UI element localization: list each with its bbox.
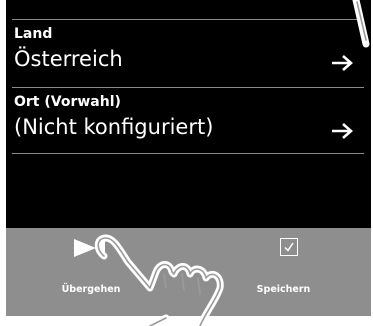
softkey-bar: Übergehen Speichern xyxy=(6,228,371,316)
skip-icon xyxy=(74,239,105,257)
save-button[interactable]: Speichern xyxy=(196,228,371,316)
phone-screen: Land Österreich Ort (Vorwahl) (Nicht kon… xyxy=(6,0,371,316)
arrow-right-icon xyxy=(332,55,353,71)
list-item-country[interactable]: Land Österreich xyxy=(6,20,371,86)
divider xyxy=(12,153,364,154)
arrow-right-icon xyxy=(332,123,353,139)
skip-button[interactable]: Übergehen xyxy=(6,228,176,316)
save-button-label: Speichern xyxy=(256,284,311,295)
area-code-value: (Nicht konfiguriert) xyxy=(14,115,214,139)
list-item-area-code[interactable]: Ort (Vorwahl) (Nicht konfiguriert) xyxy=(6,88,371,154)
country-value: Österreich xyxy=(14,47,123,71)
skip-button-label: Übergehen xyxy=(61,284,121,295)
country-label: Land xyxy=(14,26,53,42)
area-code-label: Ort (Vorwahl) xyxy=(14,94,121,110)
checkbox-checked-icon xyxy=(280,238,298,256)
